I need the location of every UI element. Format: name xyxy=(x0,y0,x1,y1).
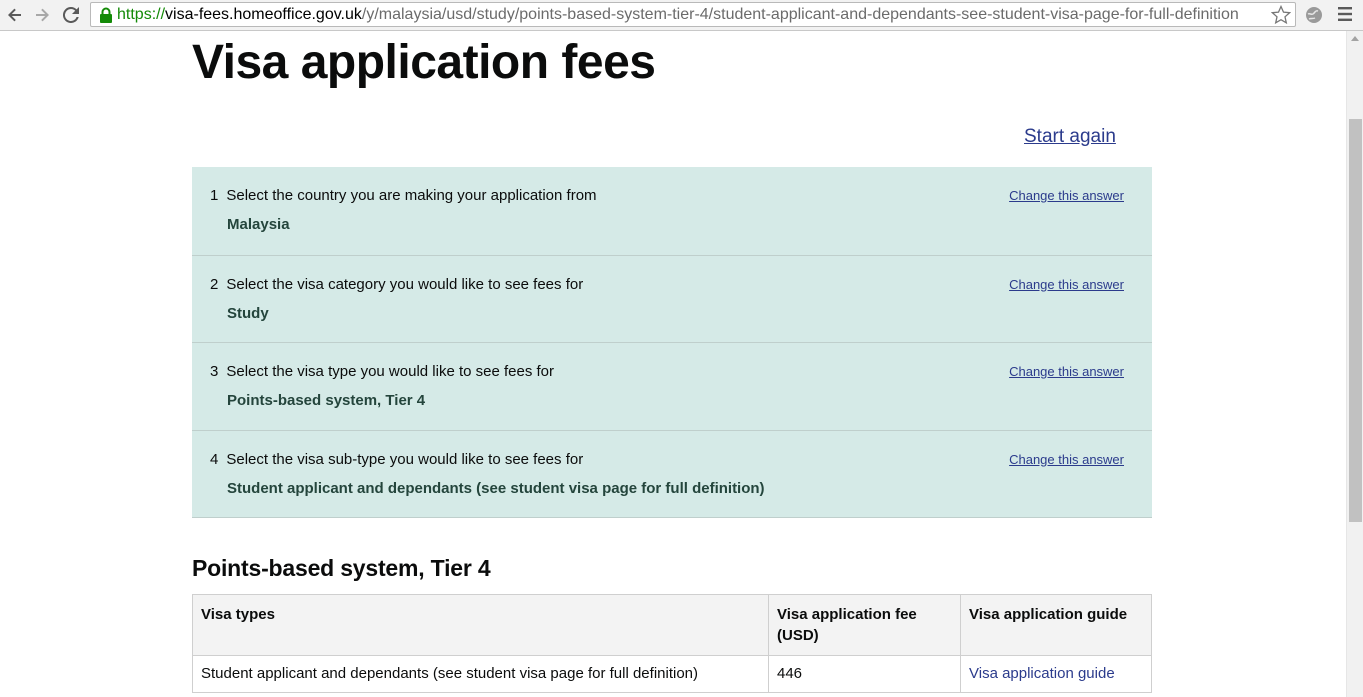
vertical-scrollbar[interactable] xyxy=(1346,31,1363,697)
scroll-thumb[interactable] xyxy=(1349,119,1362,522)
answer-row: 4 Select the visa sub-type you would like… xyxy=(192,429,1152,518)
column-header-guide: Visa application guide xyxy=(960,594,1152,656)
back-icon[interactable] xyxy=(4,4,26,26)
url-path: /y/malaysia/usd/study/points-based-syste… xyxy=(361,6,1239,23)
fees-table: Visa types Visa application fee (USD) Vi… xyxy=(192,594,1152,693)
question-text: 4 Select the visa sub-type you would like… xyxy=(210,451,583,468)
answer-row: 2 Select the visa category you would like… xyxy=(192,254,1152,343)
change-answer-link[interactable]: Change this answer xyxy=(1009,364,1124,379)
reload-icon[interactable] xyxy=(60,4,82,26)
start-again-link[interactable]: Start again xyxy=(1024,126,1116,148)
menu-icon[interactable] xyxy=(1338,6,1352,22)
fee-cell: 446 xyxy=(768,655,961,693)
table-row: Student applicant and dependants (see st… xyxy=(192,655,1152,693)
answer-value: Points-based system, Tier 4 xyxy=(227,392,426,409)
star-icon[interactable] xyxy=(1271,5,1291,25)
question-label: Select the visa type you would like to s… xyxy=(226,363,555,380)
change-answer-link[interactable]: Change this answer xyxy=(1009,188,1124,203)
question-number: 4 xyxy=(210,450,219,468)
question-label: Select the visa sub-type you would like … xyxy=(226,450,584,468)
lock-icon xyxy=(100,7,112,23)
visa-application-guide-link[interactable]: Visa application guide xyxy=(969,665,1115,682)
change-answer-link[interactable]: Change this answer xyxy=(1009,452,1124,467)
url-text: https://visa-fees.homeoffice.gov.uk/y/ma… xyxy=(117,6,1239,24)
answer-row: 3 Select the visa type you would like to … xyxy=(192,342,1152,430)
question-number: 2 xyxy=(210,275,219,293)
visa-type-cell: Student applicant and dependants (see st… xyxy=(192,655,769,693)
question-text: 2 Select the visa category you would like… xyxy=(210,276,583,293)
column-header-visa-types: Visa types xyxy=(192,594,769,656)
question-label: Select the country you are making your a… xyxy=(226,187,597,204)
forward-icon[interactable] xyxy=(31,4,53,26)
change-answer-link[interactable]: Change this answer xyxy=(1009,277,1124,292)
question-label: Select the visa category you would like … xyxy=(226,275,584,293)
answer-value: Malaysia xyxy=(227,216,290,233)
column-header-fee: Visa application fee (USD) xyxy=(768,594,961,656)
table-header-row: Visa types Visa application fee (USD) Vi… xyxy=(192,594,1152,656)
page-title: Visa application fees xyxy=(192,36,656,89)
answer-value: Student applicant and dependants (see st… xyxy=(227,479,765,497)
answer-value: Study xyxy=(227,304,269,322)
question-text: 1 Select the country you are making your … xyxy=(210,187,597,204)
answer-row: 1 Select the country you are making your … xyxy=(192,167,1152,255)
question-number: 1 xyxy=(210,187,219,204)
question-text: 3 Select the visa type you would like to … xyxy=(210,363,554,380)
browser-toolbar: https://visa-fees.homeoffice.gov.uk/y/ma… xyxy=(0,0,1363,31)
url-scheme: https:// xyxy=(117,6,166,23)
guide-cell: Visa application guide xyxy=(960,655,1152,693)
answers-summary: 1 Select the country you are making your … xyxy=(192,167,1152,518)
url-host: visa-fees.homeoffice.gov.uk xyxy=(165,6,362,23)
address-bar[interactable]: https://visa-fees.homeoffice.gov.uk/y/ma… xyxy=(90,2,1296,27)
extension-icon[interactable] xyxy=(1304,5,1324,25)
results-heading: Points-based system, Tier 4 xyxy=(192,555,491,581)
question-number: 3 xyxy=(210,363,219,380)
scroll-up-icon[interactable] xyxy=(1351,36,1359,41)
